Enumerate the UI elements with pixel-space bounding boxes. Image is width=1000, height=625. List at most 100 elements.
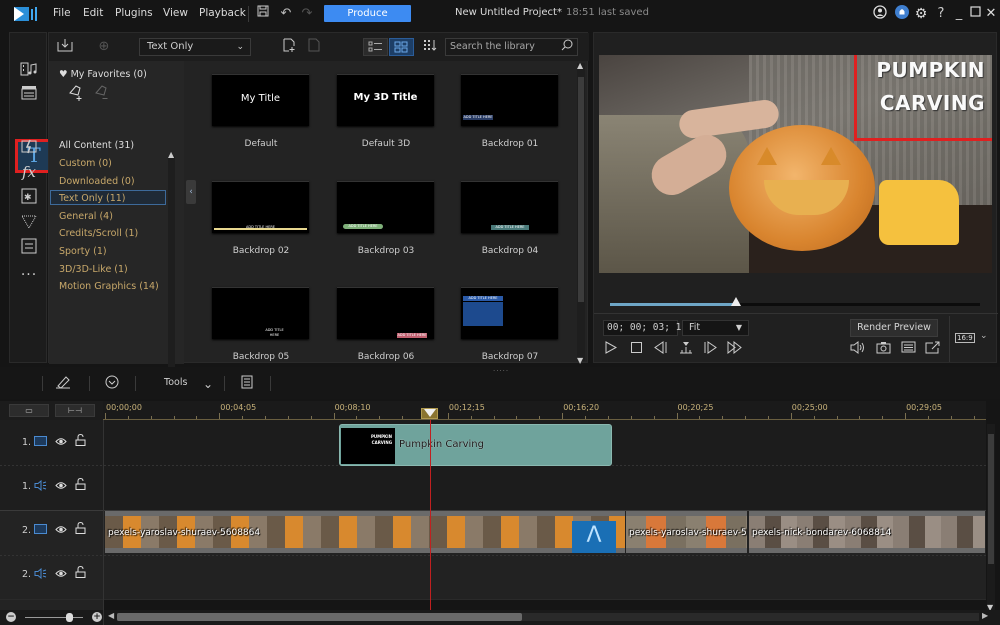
template-thumbnail[interactable]: ADD TITLE HERE (337, 287, 434, 339)
scroll-up-icon[interactable]: ▲ (577, 61, 583, 70)
subtitle-icon[interactable] (18, 238, 40, 258)
template-thumbnail[interactable]: My Title (212, 74, 309, 126)
close-icon[interactable]: ✕ (982, 5, 1000, 23)
fast-forward-icon[interactable] (726, 340, 744, 359)
eye-icon[interactable] (55, 436, 67, 449)
collapse-panel-button[interactable]: ‹ (186, 180, 196, 204)
category-item[interactable]: Motion Graphics (14) (59, 281, 159, 292)
snapshot-icon[interactable] (874, 341, 892, 359)
category-item[interactable]: Text Only (11) (59, 193, 126, 204)
play-icon[interactable] (602, 341, 620, 359)
scroll-up-icon[interactable]: ▲ (168, 150, 174, 159)
track-manager-button[interactable]: ▭ (9, 404, 49, 417)
eye-icon[interactable] (55, 524, 67, 537)
transition-room-icon[interactable] (18, 85, 40, 105)
tools-menu-button[interactable]: Tools (164, 377, 187, 388)
timeline-ruler[interactable]: 00;00;00 00;04;05 00;08;10 00;12;15 00;16;20… (103, 401, 986, 420)
keyframe-icon[interactable] (103, 375, 121, 393)
preview-scrubber[interactable] (610, 297, 980, 306)
library-scrollbar-thumb[interactable] (578, 77, 584, 302)
template-thumbnail[interactable]: ADD TITLE HERE (461, 74, 558, 126)
new-title-icon[interactable] (280, 38, 298, 56)
modify-title-icon[interactable] (305, 38, 323, 56)
transition-marker[interactable]: Λ (572, 521, 616, 553)
next-frame-icon[interactable] (701, 341, 719, 359)
particle-icon[interactable] (18, 213, 40, 233)
eye-icon[interactable] (55, 480, 67, 493)
undock-preview-icon[interactable] (923, 341, 941, 359)
playhead-handle-icon[interactable] (424, 409, 436, 417)
category-item[interactable]: All Content (31) (59, 140, 134, 151)
zoom-out-icon[interactable]: − (6, 612, 16, 622)
scrollbar-thumb[interactable] (117, 613, 522, 621)
scrubber-handle[interactable] (730, 297, 741, 306)
template-thumbnail[interactable]: ADD TITLE HERE (337, 181, 434, 233)
template-thumbnail[interactable]: ADD TITLE HERE (461, 181, 558, 233)
pip-objects-icon[interactable]: ✱ (18, 188, 40, 208)
render-preview-button[interactable]: Render Preview (850, 319, 938, 337)
fit-timeline-button[interactable]: ⊢⊣ (55, 404, 95, 417)
zoom-fit-dropdown[interactable]: Fit ▼ (682, 320, 749, 336)
fx-icon[interactable]: fx (18, 162, 40, 182)
menu-edit[interactable]: Edit (83, 7, 103, 19)
remove-tag-icon[interactable] (93, 84, 111, 102)
category-scrollbar[interactable]: ▲ ▼ (168, 150, 175, 394)
library-scrollbar[interactable]: ▲ ▼ (577, 61, 585, 365)
chapter-list-icon[interactable] (237, 375, 255, 393)
help-icon[interactable]: ? (932, 5, 950, 23)
save-icon[interactable] (254, 5, 272, 23)
edit-pen-icon[interactable] (54, 375, 72, 393)
split-marker-icon[interactable] (677, 341, 695, 359)
template-thumbnail[interactable]: ADD TITLE HERE (212, 181, 309, 233)
scroll-down-icon[interactable]: ▼ (577, 356, 583, 365)
category-item[interactable]: Sporty (1) (59, 246, 107, 257)
my-favorites[interactable]: ♥ My Favorites (0) (59, 69, 147, 80)
chevron-down-icon[interactable]: ⌄ (199, 375, 217, 393)
timecode-display[interactable]: 00; 00; 03; 11 (603, 320, 687, 336)
stop-icon[interactable] (627, 341, 645, 359)
preview-video[interactable]: PUMPKIN CARVING (599, 55, 992, 273)
timeline-vertical-scrollbar[interactable]: ▼ (987, 424, 995, 612)
aspect-ratio-selector[interactable]: 16:9 (955, 333, 975, 343)
download-content-icon[interactable]: ⊕ (95, 38, 113, 56)
zoom-in-icon[interactable]: + (92, 612, 102, 622)
category-item[interactable]: General (4) (59, 211, 113, 222)
undo-icon[interactable]: ↶ (277, 5, 295, 23)
preview-quality-icon[interactable] (899, 341, 917, 359)
track-row-audio-1[interactable] (103, 465, 986, 510)
menu-playback[interactable]: Playback (199, 7, 246, 19)
settings-icon[interactable]: ⚙ (912, 5, 930, 23)
menu-file[interactable]: File (53, 7, 71, 19)
template-thumbnail[interactable]: My 3D Title (337, 74, 434, 126)
panel-resize-handle[interactable]: ····· (493, 367, 509, 375)
category-item[interactable]: Custom (0) (59, 158, 112, 169)
category-item[interactable]: Credits/Scroll (1) (59, 228, 138, 239)
unlock-icon[interactable] (75, 521, 86, 537)
volume-icon[interactable] (849, 341, 867, 359)
eye-icon[interactable] (55, 568, 67, 581)
video-clip[interactable]: pexels-nick-bondarev-6068814 (749, 511, 985, 553)
account-icon[interactable] (871, 5, 889, 23)
video-clip[interactable]: pexels-yaroslav-shuraev-5608864 (105, 511, 625, 553)
scroll-right-icon[interactable]: ▶ (982, 611, 988, 620)
zoom-slider-handle[interactable] (66, 613, 73, 622)
library-search-input[interactable]: Search the library (445, 38, 578, 56)
library-filter-dropdown[interactable]: Text Only ⌄ (139, 38, 251, 56)
grid-view-button[interactable] (389, 38, 414, 56)
redo-icon[interactable]: ↷ (298, 5, 316, 23)
unlock-icon[interactable] (75, 565, 86, 581)
sort-icon[interactable] (421, 38, 439, 56)
scrollbar-thumb[interactable] (988, 434, 994, 564)
title-clip[interactable]: PUMPKIN CARVING Pumpkin Carving (339, 424, 612, 466)
more-icon[interactable]: ··· (18, 265, 40, 285)
effect-room-icon[interactable] (18, 138, 40, 158)
media-room-icon[interactable] (18, 61, 40, 81)
category-item[interactable]: Downloaded (0) (59, 176, 135, 187)
notification-icon[interactable] (893, 5, 911, 23)
unlock-icon[interactable] (75, 433, 86, 449)
video-clip[interactable]: pexels-yaroslav-shuraev-560 (626, 511, 747, 553)
zoom-slider[interactable] (25, 617, 83, 618)
import-icon[interactable] (56, 38, 74, 56)
previous-frame-icon[interactable] (652, 341, 670, 359)
chevron-down-icon[interactable]: ⌄ (980, 331, 988, 341)
